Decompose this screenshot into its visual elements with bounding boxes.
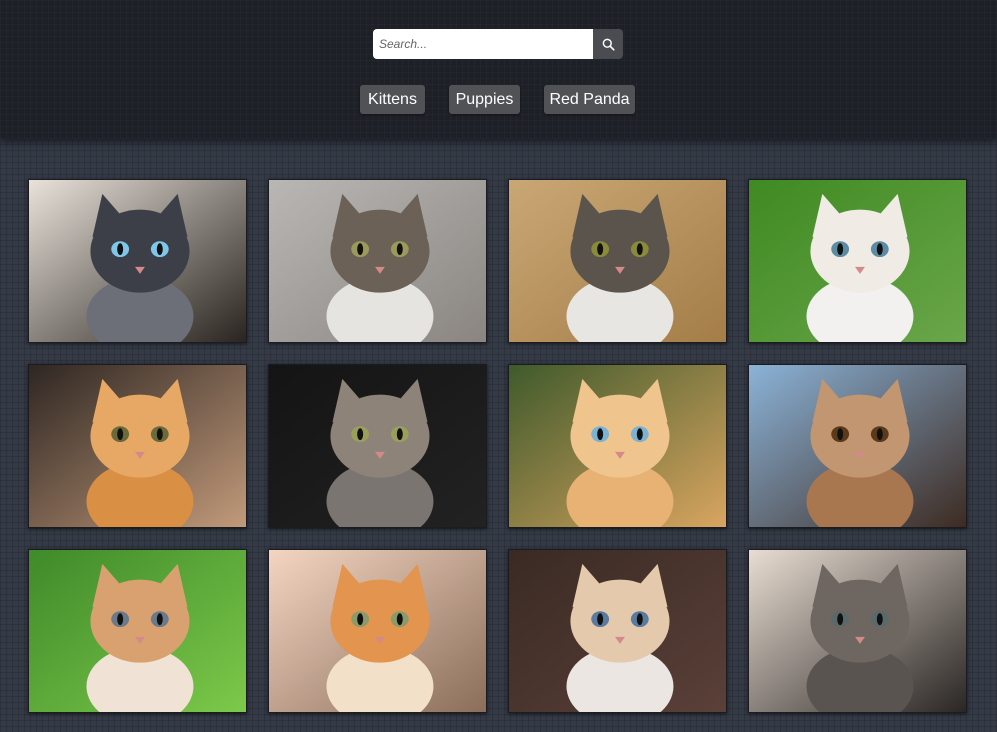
- gallery-image-3[interactable]: [508, 179, 727, 343]
- gallery-image-4[interactable]: [748, 179, 967, 343]
- gallery-image-7[interactable]: [508, 364, 727, 528]
- kitten-photo: [29, 365, 246, 527]
- gallery-image-1[interactable]: [28, 179, 247, 343]
- gallery-image-6[interactable]: [268, 364, 487, 528]
- kitten-photo: [269, 365, 486, 527]
- gallery-image-5[interactable]: [28, 364, 247, 528]
- kitten-photo: [749, 180, 966, 342]
- kitten-photo: [29, 550, 246, 712]
- gallery-image-12[interactable]: [748, 549, 967, 713]
- kitten-photo: [29, 180, 246, 342]
- image-gallery: [0, 0, 997, 732]
- kitten-photo: [509, 180, 726, 342]
- kitten-photo: [269, 180, 486, 342]
- gallery-image-9[interactable]: [28, 549, 247, 713]
- kitten-photo: [509, 550, 726, 712]
- gallery-image-8[interactable]: [748, 364, 967, 528]
- kitten-photo: [749, 550, 966, 712]
- kitten-photo: [749, 365, 966, 527]
- gallery-image-10[interactable]: [268, 549, 487, 713]
- kitten-photo: [269, 550, 486, 712]
- gallery-image-11[interactable]: [508, 549, 727, 713]
- gallery-image-2[interactable]: [268, 179, 487, 343]
- kitten-photo: [509, 365, 726, 527]
